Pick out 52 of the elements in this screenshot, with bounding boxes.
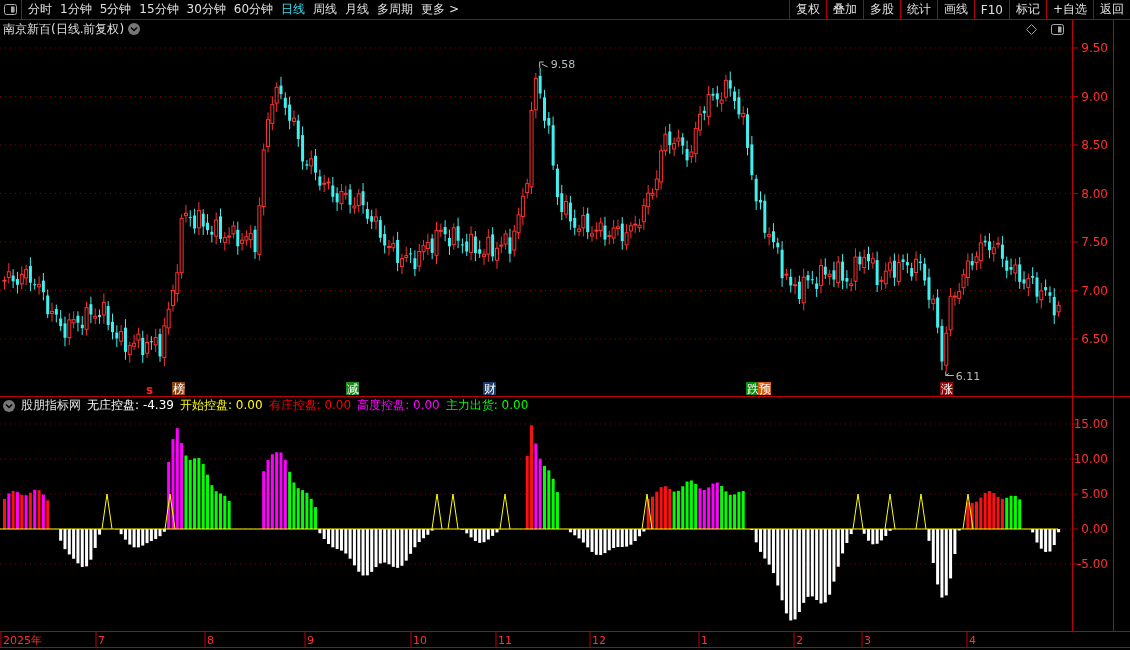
period-tab[interactable]: 日线 bbox=[281, 1, 306, 18]
signal-tag: 财 bbox=[483, 382, 496, 396]
signal-tag: 榜 bbox=[172, 382, 185, 396]
period-tab[interactable]: 60分钟 bbox=[233, 1, 274, 18]
period-tab[interactable]: 周线 bbox=[313, 1, 338, 18]
axis-label: 10.00 bbox=[1073, 452, 1108, 466]
chart-title: 南京新百(日线.前复权) bbox=[3, 20, 125, 38]
diamond-icon[interactable] bbox=[1026, 23, 1037, 35]
date-label: 9 bbox=[307, 634, 314, 647]
date-label: 11 bbox=[498, 634, 512, 647]
legend-item: 无庄控盘: -4.39 bbox=[87, 397, 174, 414]
axis-label: 5.00 bbox=[1081, 487, 1108, 501]
period-tab[interactable]: 月线 bbox=[345, 1, 370, 18]
period-tab[interactable]: 15分钟 bbox=[139, 1, 179, 18]
legend-item: 有庄控盘: 0.00 bbox=[268, 397, 352, 414]
date-label: 7 bbox=[98, 634, 105, 647]
period-tab[interactable]: 更多 > bbox=[421, 1, 459, 18]
date-label: 2 bbox=[796, 634, 803, 647]
axis-label: 0.00 bbox=[1081, 522, 1108, 536]
chevron-down-icon[interactable] bbox=[3, 399, 15, 412]
legend-item: 高度控盘: 0.00 bbox=[357, 397, 440, 414]
axis-label: 9.00 bbox=[1081, 89, 1108, 104]
signal-tag: 涨 bbox=[940, 382, 953, 396]
panel-toggle-icon[interactable] bbox=[4, 4, 17, 15]
signal-tag: 减 bbox=[346, 382, 359, 396]
period-tab[interactable]: 30分钟 bbox=[186, 1, 226, 18]
axis-label: 15.00 bbox=[1073, 417, 1108, 431]
period-tab[interactable]: 分时 bbox=[28, 1, 52, 18]
axis-label: -5.00 bbox=[1076, 557, 1108, 571]
period-tab[interactable]: 5分钟 bbox=[99, 1, 132, 18]
axis-label: 7.50 bbox=[1081, 235, 1108, 249]
date-label: 12 bbox=[592, 634, 606, 647]
signal-mark: s bbox=[146, 383, 154, 396]
date-label: 2025年 bbox=[3, 634, 42, 647]
date-label: 4 bbox=[969, 634, 976, 647]
date-label: 10 bbox=[413, 634, 427, 647]
signal-tag: 预 bbox=[758, 382, 771, 396]
date-label: 1 bbox=[701, 634, 708, 647]
legend-item: 开始控盘: 0.00 bbox=[179, 397, 263, 414]
axis-label: 8.00 bbox=[1081, 186, 1108, 201]
axis-label: 7.00 bbox=[1081, 283, 1108, 298]
indicator-name: 股朋指标网 bbox=[21, 397, 81, 414]
axis-label: 8.50 bbox=[1081, 138, 1108, 152]
axis-label: 9.50 bbox=[1081, 41, 1108, 55]
period-tab[interactable]: 多周期 bbox=[377, 1, 414, 18]
panel-toggle-icon[interactable] bbox=[1051, 23, 1064, 35]
chevron-down-icon[interactable] bbox=[128, 23, 141, 35]
axis-label: 6.50 bbox=[1081, 332, 1108, 346]
date-label: 3 bbox=[864, 634, 871, 647]
date-label: 8 bbox=[207, 634, 214, 647]
legend-item: 主力出货: 0.00 bbox=[445, 397, 529, 414]
period-tab[interactable]: 1分钟 bbox=[60, 1, 92, 18]
